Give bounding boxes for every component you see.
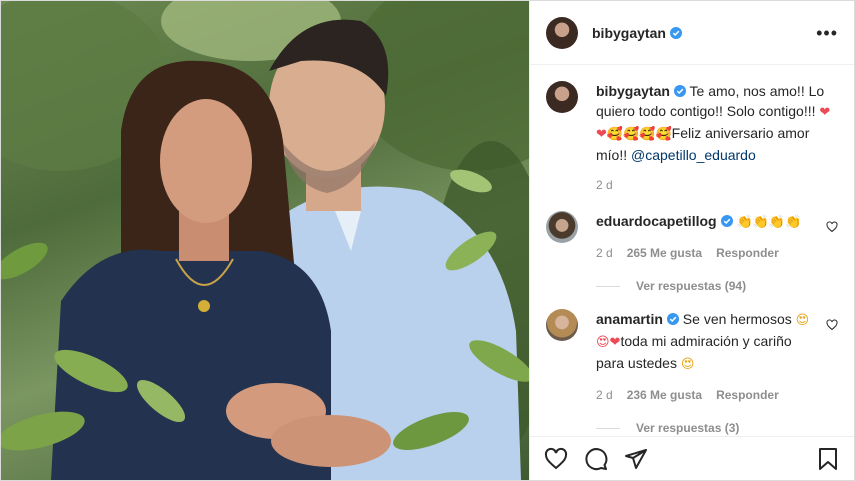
caption-meta: 2 d bbox=[596, 175, 836, 195]
instagram-post: bibygaytan ••• bibygaytan Te amo, nos am… bbox=[0, 0, 855, 481]
comments-section: bibygaytan Te amo, nos amo!! Lo quiero t… bbox=[530, 65, 854, 435]
comment-emoji-2: 😍❤ bbox=[596, 335, 621, 350]
comment-likes[interactable]: 265 Me gusta bbox=[627, 246, 702, 260]
comment-item: eduardocapetillog 👏👏👏👏 2 d 265 Me gusta Re… bbox=[546, 211, 838, 263]
reply-button[interactable]: Responder bbox=[716, 388, 779, 402]
view-replies-label[interactable]: Ver respuestas (3) bbox=[636, 421, 739, 435]
comment-username[interactable]: anamartin bbox=[596, 311, 663, 327]
caption-avatar[interactable] bbox=[546, 81, 578, 113]
commenter-avatar[interactable] bbox=[546, 309, 578, 341]
comment-emoji: 😍 bbox=[795, 313, 810, 328]
comment-username[interactable]: eduardocapetillog bbox=[596, 213, 717, 229]
comment-time[interactable]: 2 d bbox=[596, 246, 613, 260]
more-options-icon[interactable]: ••• bbox=[816, 24, 838, 42]
replies-divider bbox=[596, 427, 620, 429]
replies-divider bbox=[596, 285, 620, 287]
comment-like-heart-icon[interactable] bbox=[826, 221, 838, 233]
caption-time[interactable]: 2 d bbox=[596, 178, 613, 192]
share-icon[interactable] bbox=[624, 447, 648, 471]
comment-text: Se ven hermosos bbox=[678, 311, 796, 327]
view-replies-button[interactable]: Ver respuestas (3) bbox=[596, 421, 838, 435]
caption-body: bibygaytan Te amo, nos amo!! Lo quiero t… bbox=[596, 81, 836, 195]
comment-icon[interactable] bbox=[584, 447, 608, 471]
verified-badge-icon bbox=[720, 215, 733, 227]
couple-photo-illustration bbox=[1, 1, 529, 480]
caption-mention[interactable]: @capetillo_eduardo bbox=[631, 147, 756, 163]
comment-emojis: 👏👏👏👏 bbox=[736, 215, 802, 230]
post-side-panel: bibygaytan ••• bibygaytan Te amo, nos am… bbox=[529, 1, 854, 480]
commenter-avatar[interactable] bbox=[546, 211, 578, 243]
post-caption: bibygaytan Te amo, nos amo!! Lo quiero t… bbox=[546, 81, 838, 195]
comment-meta: 2 d 236 Me gusta Responder bbox=[596, 385, 820, 405]
bookmark-icon[interactable] bbox=[816, 447, 840, 471]
author-avatar[interactable] bbox=[546, 16, 578, 49]
comment-meta: 2 d 265 Me gusta Responder bbox=[596, 243, 820, 263]
comment-item: anamartin Se ven hermosos 😍 😍❤toda mi adm… bbox=[546, 309, 838, 405]
comment-body: anamartin Se ven hermosos 😍 😍❤toda mi adm… bbox=[596, 309, 820, 405]
comment-like-heart-icon[interactable] bbox=[826, 319, 838, 331]
post-actions-bar bbox=[530, 436, 854, 480]
view-replies-button[interactable]: Ver respuestas (94) bbox=[596, 279, 838, 293]
author-username[interactable]: bibygaytan bbox=[592, 25, 666, 41]
verified-badge-icon bbox=[669, 26, 682, 39]
caption-username[interactable]: bibygaytan bbox=[596, 83, 670, 99]
comment-body: eduardocapetillog 👏👏👏👏 2 d 265 Me gusta Re… bbox=[596, 211, 820, 263]
comment-time[interactable]: 2 d bbox=[596, 388, 613, 402]
view-replies-label[interactable]: Ver respuestas (94) bbox=[636, 279, 746, 293]
post-photo[interactable] bbox=[1, 1, 529, 480]
post-header: bibygaytan ••• bbox=[530, 1, 854, 65]
heart-icon[interactable] bbox=[544, 447, 568, 471]
verified-badge-icon bbox=[666, 313, 679, 325]
comment-emoji-3: 😍 bbox=[680, 357, 695, 372]
verified-badge-icon bbox=[673, 85, 686, 97]
comment-likes[interactable]: 236 Me gusta bbox=[627, 388, 702, 402]
reply-button[interactable]: Responder bbox=[716, 246, 779, 260]
